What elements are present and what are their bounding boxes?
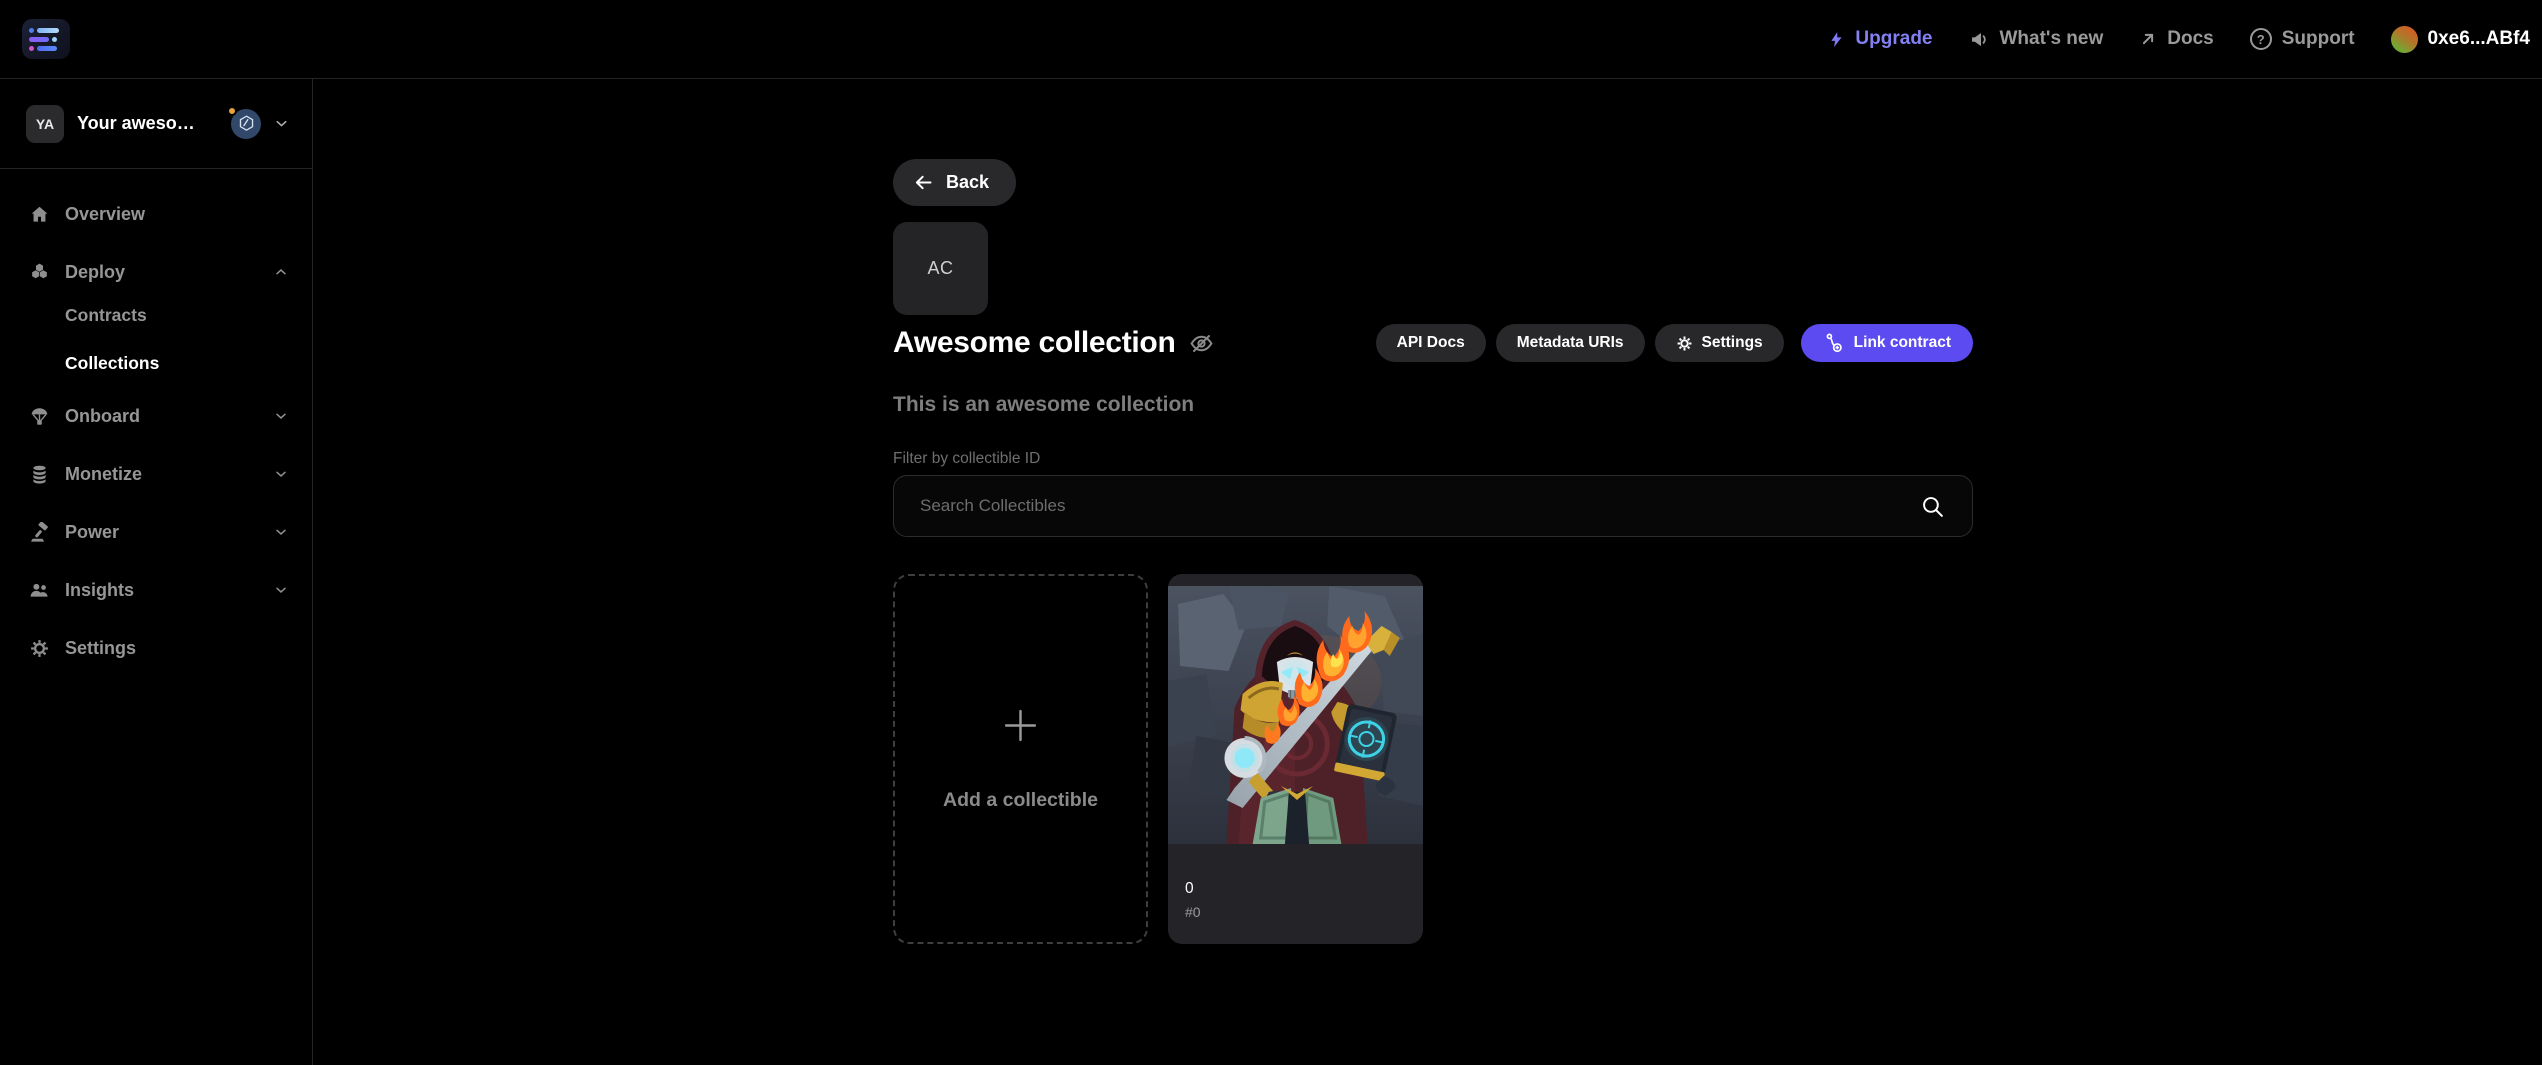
sidebar-item-collections[interactable]: Collections	[0, 348, 312, 378]
sidebar-item-label: Collections	[65, 353, 159, 374]
top-navbar: Upgrade What's new Docs ? Support	[0, 0, 2542, 79]
sidebar-item-overview[interactable]: Overview	[0, 196, 312, 232]
docs-link[interactable]: Docs	[2139, 28, 2213, 50]
sidebar-item-deploy[interactable]: Deploy	[0, 254, 312, 290]
sidebar-item-power[interactable]: Power	[0, 514, 312, 550]
question-circle-icon: ?	[2250, 28, 2272, 50]
sidebar-item-label: Settings	[65, 638, 289, 659]
sidebar-item-monetize[interactable]: Monetize	[0, 456, 312, 492]
coins-icon	[28, 464, 50, 485]
link-contract-label: Link contract	[1854, 334, 1951, 352]
lightning-icon	[1828, 29, 1845, 50]
app-screen: Upgrade What's new Docs ? Support	[0, 0, 2542, 1065]
network-badge-icon	[231, 109, 261, 139]
sidebar-item-label: Power	[65, 522, 273, 543]
gear-icon	[28, 638, 50, 659]
sidebar-item-label: Deploy	[65, 262, 273, 283]
workspace-name: Your aweso…	[77, 113, 221, 134]
wallet-menu[interactable]: 0xe6...ABf4	[2391, 26, 2530, 53]
search-input[interactable]	[893, 475, 1973, 537]
nft-image	[1168, 586, 1423, 844]
sidebar-item-insights[interactable]: Insights	[0, 572, 312, 608]
parachute-icon	[28, 406, 50, 427]
main-panel: Back AC Awesome collection API Docs Meta…	[313, 79, 2542, 1065]
add-collectible-label: Add a collectible	[943, 789, 1098, 812]
settings-label: Settings	[1702, 334, 1763, 352]
sidebar-nav: Overview Deploy	[0, 169, 312, 666]
chevron-down-icon	[273, 466, 289, 482]
api-docs-button[interactable]: API Docs	[1376, 324, 1486, 362]
chevron-down-icon	[273, 115, 290, 132]
deploy-icon	[28, 262, 50, 283]
megaphone-icon	[1969, 29, 1990, 50]
collectibles-grid: Add a collectible	[893, 574, 1973, 944]
support-label: Support	[2282, 28, 2355, 50]
wallet-avatar	[2391, 26, 2418, 53]
notification-dot	[227, 106, 237, 116]
workspace-avatar: YA	[26, 105, 64, 143]
search-field-wrap	[893, 475, 1973, 537]
wallet-address: 0xe6...ABf4	[2428, 28, 2530, 50]
whats-new-button[interactable]: What's new	[1969, 28, 2104, 50]
chevron-up-icon	[273, 264, 289, 280]
link-contract-icon	[1823, 332, 1845, 354]
home-icon	[28, 204, 50, 225]
upgrade-label: Upgrade	[1855, 28, 1932, 50]
link-contract-button[interactable]: Link contract	[1801, 324, 1973, 362]
back-label: Back	[946, 172, 989, 193]
metadata-uris-button[interactable]: Metadata URIs	[1496, 324, 1645, 362]
settings-button[interactable]: Settings	[1655, 324, 1784, 362]
metadata-uris-label: Metadata URIs	[1517, 334, 1624, 352]
workspace-switcher[interactable]: YA Your aweso…	[0, 79, 312, 169]
chevron-down-icon	[273, 408, 289, 424]
api-docs-label: API Docs	[1397, 334, 1465, 352]
chevron-down-icon	[273, 524, 289, 540]
search-icon[interactable]	[1920, 494, 1945, 519]
page-title: Awesome collection	[893, 326, 1175, 360]
sidebar-item-label: Onboard	[65, 406, 273, 427]
docs-label: Docs	[2167, 28, 2213, 50]
upgrade-button[interactable]: Upgrade	[1828, 28, 1932, 50]
collection-description: This is an awesome collection	[893, 393, 1973, 417]
add-collectible-card[interactable]: Add a collectible	[893, 574, 1148, 944]
filter-label: Filter by collectible ID	[893, 450, 1973, 468]
sidebar-item-label: Monetize	[65, 464, 273, 485]
app-logo-icon[interactable]	[22, 19, 70, 59]
sidebar: YA Your aweso… Overview	[0, 79, 313, 1065]
collection-avatar: AC	[893, 222, 988, 315]
sidebar-item-label: Insights	[65, 580, 273, 601]
sidebar-item-contracts[interactable]: Contracts	[0, 300, 312, 330]
plus-icon	[1001, 706, 1040, 745]
gear-icon	[1676, 335, 1693, 352]
arrow-left-icon	[913, 172, 934, 193]
nft-meta: 0 #0	[1168, 844, 1423, 920]
sidebar-item-label: Overview	[65, 204, 289, 225]
sidebar-item-onboard[interactable]: Onboard	[0, 398, 312, 434]
nft-name: 0	[1185, 880, 1406, 898]
sidebar-item-label: Contracts	[65, 305, 147, 326]
users-icon	[28, 580, 50, 601]
collection-actions: API Docs Metadata URIs Settings	[1376, 324, 1973, 362]
chevron-down-icon	[273, 582, 289, 598]
sidebar-item-settings[interactable]: Settings	[0, 630, 312, 666]
whats-new-label: What's new	[2000, 28, 2104, 50]
support-button[interactable]: ? Support	[2250, 28, 2355, 50]
gavel-icon	[28, 522, 50, 543]
back-button[interactable]: Back	[893, 159, 1016, 206]
collectible-card[interactable]: 0 #0	[1168, 574, 1423, 944]
eye-off-icon	[1189, 331, 1214, 356]
arrow-up-right-icon	[2139, 30, 2157, 48]
nft-token-id: #0	[1185, 904, 1406, 920]
